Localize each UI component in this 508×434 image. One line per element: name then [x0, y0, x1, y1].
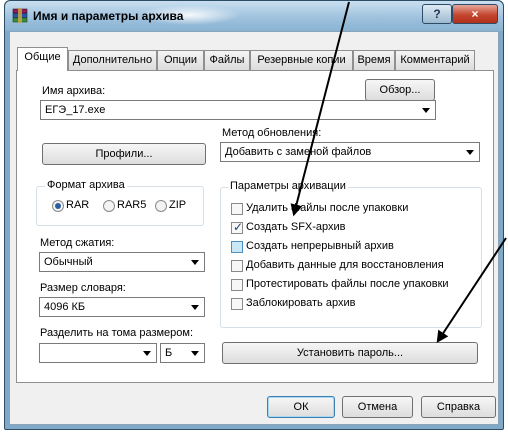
checkbox-solid-archive-label: Создать непрерывный архив [246, 240, 394, 252]
archiving-options-title: Параметры архивации [228, 180, 348, 192]
checkbox-create-sfx-label: Создать SFX-архив [246, 221, 346, 233]
radio-zip-label: ZIP [169, 199, 187, 211]
split-volumes-input[interactable] [39, 343, 157, 363]
radio-rar-label: RAR [66, 199, 90, 211]
tab-general[interactable]: Общие [17, 47, 68, 71]
help-button[interactable]: Справка [421, 396, 496, 418]
archive-name-value: ЕГЭ_17.exe [45, 104, 106, 116]
archive-name-input[interactable]: ЕГЭ_17.exe [40, 100, 436, 120]
split-volumes-label: Разделить на тома размером: [40, 327, 194, 339]
compression-method-select[interactable]: Обычный [39, 252, 205, 272]
tab-time[interactable]: Время [353, 50, 395, 70]
split-unit-value: Б [165, 347, 173, 359]
checkbox-delete-files-label: Удалить файлы после упаковки [246, 202, 409, 214]
tab-backup[interactable]: Резервные копии [250, 50, 353, 70]
archive-name-label: Имя архива: [42, 85, 106, 97]
tab-comment[interactable]: Комментарий [395, 50, 475, 70]
radio-rar5[interactable] [103, 200, 115, 212]
checkbox-recovery-record[interactable] [231, 260, 243, 272]
checkbox-solid-archive[interactable] [231, 241, 243, 253]
update-method-label: Метод обновления: [222, 127, 322, 139]
checkbox-test-files[interactable] [231, 279, 243, 291]
tab-files[interactable]: Файлы [204, 50, 250, 70]
update-method-select[interactable]: Добавить с заменой файлов [220, 142, 480, 162]
winrar-icon [12, 8, 28, 23]
dictionary-size-label: Размер словаря: [40, 282, 126, 294]
help-title-button[interactable]: ? [422, 4, 452, 24]
archive-format-title: Формат архива [45, 179, 127, 191]
compression-method-label: Метод сжатия: [40, 237, 115, 249]
checkbox-lock-archive[interactable] [231, 298, 243, 310]
compression-method-value: Обычный [44, 256, 93, 268]
chevron-down-icon [466, 150, 474, 155]
tab-advanced[interactable]: Дополнительно [68, 50, 157, 70]
dictionary-size-value: 4096 КБ [44, 301, 86, 313]
chevron-down-icon [191, 260, 199, 265]
dictionary-size-select[interactable]: 4096 КБ [39, 297, 205, 317]
tab-options[interactable]: Опции [157, 50, 204, 70]
checkmark-icon: ✓ [233, 220, 244, 234]
checkbox-recovery-record-label: Добавить данные для восстановления [246, 259, 444, 271]
set-password-button[interactable]: Установить пароль... [222, 342, 478, 364]
ok-button[interactable]: ОК [267, 396, 335, 418]
update-method-value: Добавить с заменой файлов [225, 146, 372, 158]
window-title: Имя и параметры архива [33, 9, 184, 23]
browse-button[interactable]: Обзор... [365, 79, 435, 101]
profiles-button[interactable]: Профили... [42, 143, 206, 165]
checkbox-delete-files[interactable] [231, 203, 243, 215]
close-button[interactable]: × [452, 4, 498, 24]
checkbox-test-files-label: Протестировать файлы после упаковки [246, 278, 449, 290]
chevron-down-icon [143, 351, 151, 356]
cancel-button[interactable]: Отмена [342, 396, 413, 418]
chevron-down-icon [191, 351, 199, 356]
radio-rar5-label: RAR5 [117, 199, 147, 211]
split-unit-select[interactable]: Б [160, 343, 205, 363]
chevron-down-icon [422, 108, 430, 113]
radio-rar[interactable] [52, 200, 64, 212]
checkbox-lock-archive-label: Заблокировать архив [246, 297, 356, 309]
chevron-down-icon [191, 305, 199, 310]
checkbox-create-sfx[interactable]: ✓ [231, 220, 244, 234]
radio-zip[interactable] [155, 200, 167, 212]
